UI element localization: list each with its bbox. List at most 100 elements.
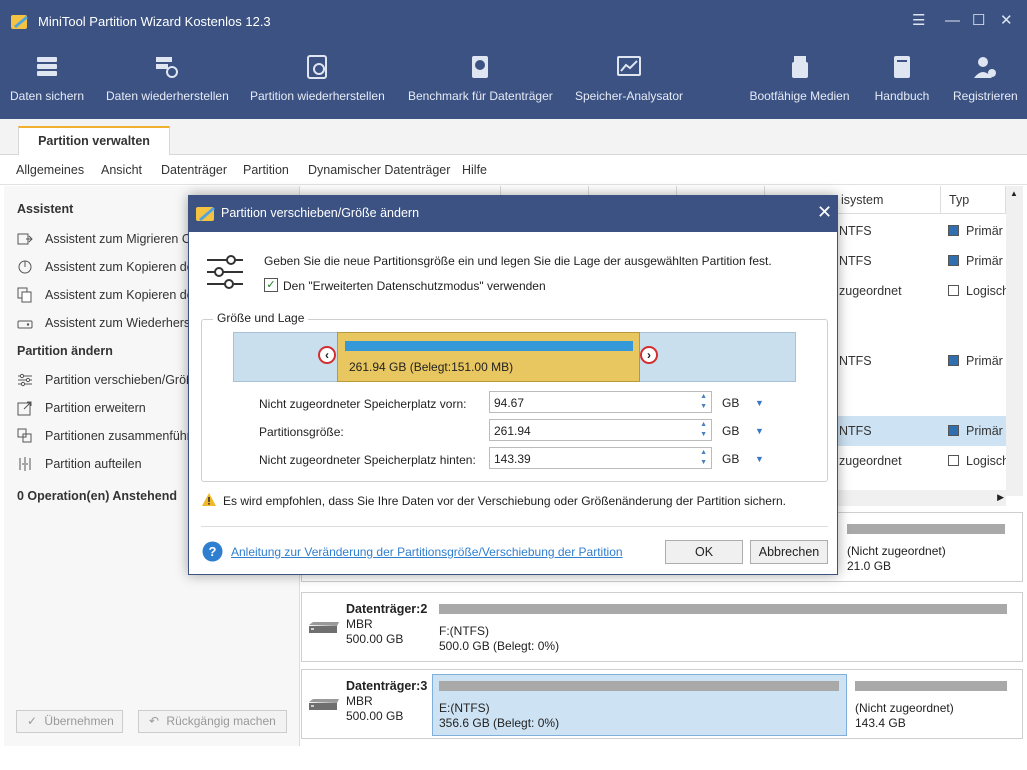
- ok-button[interactable]: OK: [665, 540, 743, 564]
- sidebar-change-header: Partition ändern: [17, 344, 113, 358]
- vertical-scrollbar[interactable]: ▲: [1006, 186, 1023, 496]
- minimize-icon[interactable]: —: [945, 12, 960, 30]
- unit-label: GB: [722, 424, 740, 438]
- unallocated-partition[interactable]: (Nicht zugeordnet) 143.4 GB: [848, 674, 1012, 736]
- spin-up-icon[interactable]: ▲: [700, 449, 707, 456]
- hard-disk-icon: [309, 699, 339, 710]
- unit-dropdown-icon[interactable]: ▼: [755, 398, 764, 408]
- right-resize-handle[interactable]: ›: [640, 346, 658, 364]
- unallocated-after-input[interactable]: 143.39 ▲ ▼: [489, 447, 712, 469]
- toolbar-backup-button[interactable]: Daten sichern: [10, 54, 84, 103]
- merge-icon: [17, 428, 32, 443]
- spin-down-icon[interactable]: ▼: [700, 431, 707, 438]
- pending-operations: 0 Operation(en) Anstehend: [17, 489, 177, 503]
- disk-name: Datenträger:3: [346, 679, 428, 693]
- warning-text: Es wird empfohlen, dass Sie Ihre Daten v…: [223, 494, 786, 508]
- toolbar-register-button[interactable]: Registrieren: [953, 54, 1018, 103]
- manual-icon: [894, 56, 910, 78]
- disk-type: MBR: [346, 617, 373, 631]
- dialog-title-bar: Partition verschieben/Größe ändern ✕: [189, 196, 837, 232]
- move-resize-dialog: Partition verschieben/Größe ändern ✕ Geb…: [188, 195, 838, 575]
- close-icon[interactable]: ✕: [1000, 12, 1013, 30]
- help-icon: ?: [202, 541, 223, 562]
- toolbar: Daten sichern Daten wiederherstellen Par…: [0, 44, 1027, 119]
- disk-2-row[interactable]: Datenträger:2 MBR 500.00 GB F:(NTFS) 500…: [301, 592, 1023, 662]
- dialog-close-icon[interactable]: ✕: [817, 202, 832, 223]
- partition-size-input[interactable]: 261.94 ▲ ▼: [489, 419, 712, 441]
- scroll-right-icon[interactable]: ▶: [997, 492, 1004, 503]
- divider: [201, 526, 828, 527]
- menu-help[interactable]: Hilfe: [462, 163, 487, 177]
- toolbar-benchmark-button[interactable]: Benchmark für Datenträger: [408, 54, 553, 103]
- disk-type: MBR: [346, 694, 373, 708]
- toolbar-bootable-media-button[interactable]: Bootfähige Medien: [749, 54, 850, 103]
- disk-map-track[interactable]: ‹ 261.94 GB (Belegt:151.00 MB) ›: [233, 332, 796, 382]
- spin-down-icon[interactable]: ▼: [700, 459, 707, 466]
- partition-block[interactable]: 261.94 GB (Belegt:151.00 MB): [337, 332, 640, 382]
- primary-marker: [948, 225, 959, 236]
- dialog-description: Geben Sie die neue Partitionsgröße ein u…: [264, 254, 772, 268]
- menu-dynamic-disk[interactable]: Dynamischer Datenträger: [308, 163, 450, 177]
- scroll-up-icon[interactable]: ▲: [1010, 189, 1018, 198]
- copy-partition-icon: [18, 260, 32, 274]
- dialog-title: Partition verschieben/Größe ändern: [221, 206, 420, 220]
- checkbox-label: Den "Erweiterten Datenschutzmodus" verwe…: [283, 279, 546, 293]
- unallocated-before-input[interactable]: 94.67 ▲ ▼: [489, 391, 712, 413]
- tab-partition-manage[interactable]: Partition verwalten: [18, 126, 170, 156]
- toolbar-manual-button[interactable]: Handbuch: [874, 54, 930, 103]
- unit-label: GB: [722, 396, 740, 410]
- disk-3-row[interactable]: Datenträger:3 MBR 500.00 GB E:(NTFS) 356…: [301, 669, 1023, 739]
- cancel-button[interactable]: Abbrechen: [750, 540, 828, 564]
- advanced-protection-checkbox[interactable]: ✓: [264, 278, 278, 292]
- logical-marker: [948, 455, 959, 466]
- window-title: MiniTool Partition Wizard Kostenlos 12.3: [38, 14, 271, 29]
- toolbar-space-analyzer-button[interactable]: Speicher-Analysator: [575, 54, 683, 103]
- sidebar-assistant-header: Assistent: [17, 202, 74, 216]
- benchmark-icon: [471, 56, 488, 78]
- primary-marker: [948, 255, 959, 266]
- help-link[interactable]: Anleitung zur Veränderung der Partitions…: [231, 545, 623, 559]
- unit-dropdown-icon[interactable]: ▼: [755, 426, 764, 436]
- tab-strip: Partition verwalten: [0, 119, 1027, 156]
- extend-icon: [17, 401, 32, 416]
- undo-button[interactable]: ↶ Rückgängig machen: [138, 710, 287, 733]
- register-icon: [974, 57, 996, 78]
- apply-button[interactable]: ✓ Übernehmen: [16, 710, 123, 733]
- copy-disk-icon: [17, 287, 32, 303]
- backup-icon: [37, 57, 57, 76]
- app-logo-icon: [11, 15, 28, 29]
- migrate-icon: [17, 233, 33, 245]
- bootable-media-icon: [791, 56, 808, 78]
- hard-disk-icon: [309, 622, 339, 633]
- warning-icon: [202, 493, 216, 506]
- spin-up-icon[interactable]: ▲: [700, 421, 707, 428]
- sliders-icon: [18, 373, 32, 387]
- partition-block-label: 261.94 GB (Belegt:151.00 MB): [349, 360, 514, 374]
- menu-disk[interactable]: Datenträger: [161, 163, 227, 177]
- primary-marker: [948, 425, 959, 436]
- partition-recovery-icon: [307, 55, 327, 79]
- spin-up-icon[interactable]: ▲: [700, 393, 707, 400]
- unallocated-partition[interactable]: (Nicht zugeordnet) 21.0 GB: [840, 517, 1010, 579]
- menu-view[interactable]: Ansicht: [101, 163, 142, 177]
- field-label: Nicht zugeordneter Speicherplatz vorn:: [259, 397, 467, 411]
- dialog-app-icon: [196, 207, 215, 221]
- unit-dropdown-icon[interactable]: ▼: [755, 454, 764, 464]
- svg-text:?: ?: [209, 544, 217, 559]
- menu-icon[interactable]: ☰: [912, 12, 925, 30]
- menu-partition[interactable]: Partition: [243, 163, 289, 177]
- partition-f[interactable]: F:(NTFS) 500.0 GB (Belegt: 0%): [432, 597, 1012, 659]
- maximize-icon[interactable]: ☐: [972, 12, 985, 30]
- toolbar-data-recovery-button[interactable]: Daten wiederherstellen: [106, 54, 229, 103]
- group-title: Größe und Lage: [213, 311, 309, 325]
- field-label: Partitionsgröße:: [259, 425, 344, 439]
- horizontal-scrollbar[interactable]: ▶: [835, 490, 1006, 506]
- spin-down-icon[interactable]: ▼: [700, 403, 707, 410]
- disk-size: 500.00 GB: [346, 709, 404, 723]
- column-header-type[interactable]: Typ: [941, 186, 1006, 214]
- menu-general[interactable]: Allgemeines: [16, 163, 84, 177]
- undo-icon: ↶: [149, 714, 160, 728]
- toolbar-partition-recovery-button[interactable]: Partition wiederherstellen: [250, 54, 385, 103]
- partition-e-selected[interactable]: E:(NTFS) 356.6 GB (Belegt: 0%): [432, 674, 847, 736]
- left-resize-handle[interactable]: ‹: [318, 346, 336, 364]
